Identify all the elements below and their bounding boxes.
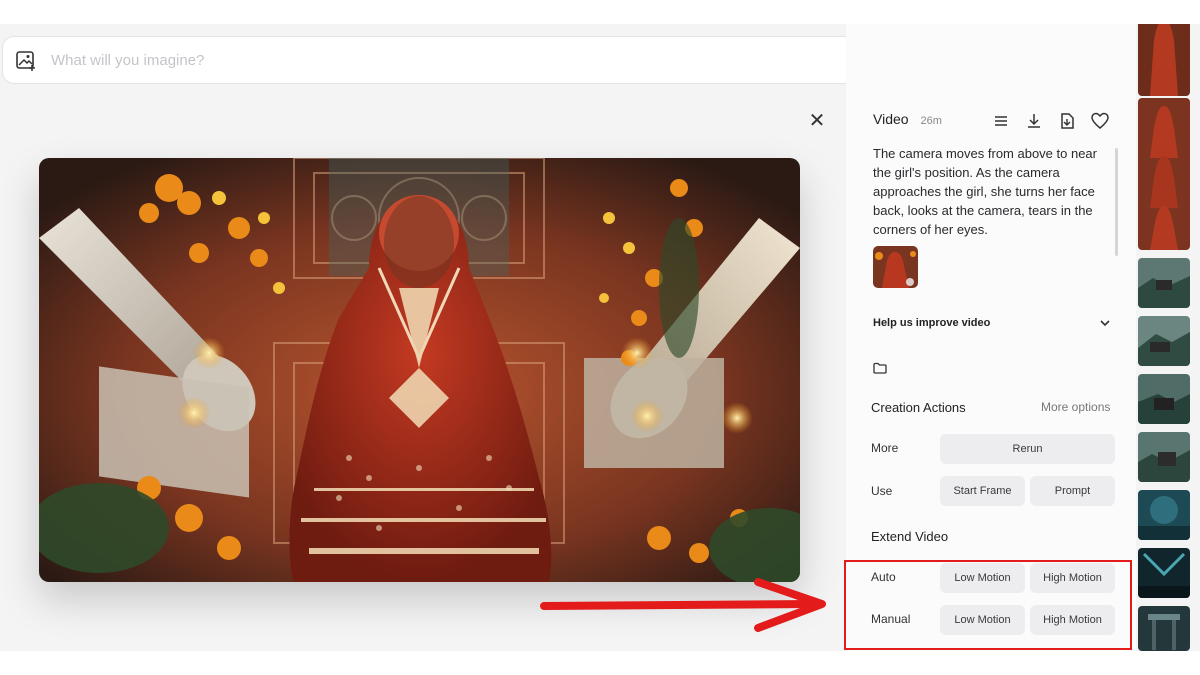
- history-thumbnail[interactable]: [1138, 606, 1190, 651]
- annotation-highlight-box: [844, 560, 1132, 650]
- history-thumbnail[interactable]: [1138, 548, 1190, 598]
- save-file-icon[interactable]: [1057, 111, 1077, 131]
- close-icon[interactable]: ✕: [807, 111, 827, 131]
- creation-actions-title: Creation Actions: [871, 400, 966, 415]
- history-thumbnail[interactable]: [1138, 316, 1190, 366]
- list-icon[interactable]: [991, 111, 1011, 131]
- annotation-arrow-icon: [540, 578, 826, 632]
- history-thumbnail[interactable]: [1138, 24, 1190, 96]
- prompt-bar[interactable]: What will you imagine?: [2, 36, 930, 84]
- media-type-label: Video: [873, 111, 909, 127]
- history-thumbnail[interactable]: [1138, 98, 1190, 250]
- chevron-down-icon[interactable]: [1098, 316, 1112, 330]
- details-panel: Video 26m The camera moves from above to…: [846, 24, 1136, 651]
- app-window: What will you imagine? P ✕: [0, 24, 1200, 651]
- panel-header: Video 26m: [873, 111, 942, 127]
- history-thumbnail[interactable]: [1138, 258, 1190, 308]
- prompt-text: The camera moves from above to near the …: [873, 146, 1097, 237]
- prompt-button[interactable]: Prompt: [1030, 476, 1115, 506]
- feedback-section-title[interactable]: Help us improve video: [873, 317, 990, 329]
- heart-icon[interactable]: [1090, 111, 1110, 131]
- generated-video-preview[interactable]: [39, 158, 800, 582]
- folder-icon[interactable]: [872, 360, 888, 376]
- timestamp: 26m: [920, 115, 942, 127]
- history-thumbnail[interactable]: [1138, 490, 1190, 540]
- download-icon[interactable]: [1024, 111, 1044, 131]
- more-row-label: More: [871, 441, 899, 455]
- start-frame-button[interactable]: Start Frame: [940, 476, 1025, 506]
- search-input[interactable]: What will you imagine?: [51, 52, 204, 69]
- history-strip[interactable]: [1136, 24, 1200, 651]
- use-row-label: Use: [871, 484, 893, 498]
- extend-video-title: Extend Video: [871, 529, 949, 544]
- prompt-scrollbar[interactable]: [1115, 148, 1118, 256]
- history-thumbnail[interactable]: [1138, 432, 1190, 482]
- add-image-icon[interactable]: [15, 50, 37, 72]
- more-options-link[interactable]: More options: [1041, 400, 1110, 414]
- bottom-margin: [0, 651, 1200, 675]
- history-thumbnail[interactable]: [1138, 374, 1190, 424]
- rerun-button[interactable]: Rerun: [940, 434, 1115, 464]
- source-thumbnail[interactable]: [873, 246, 918, 288]
